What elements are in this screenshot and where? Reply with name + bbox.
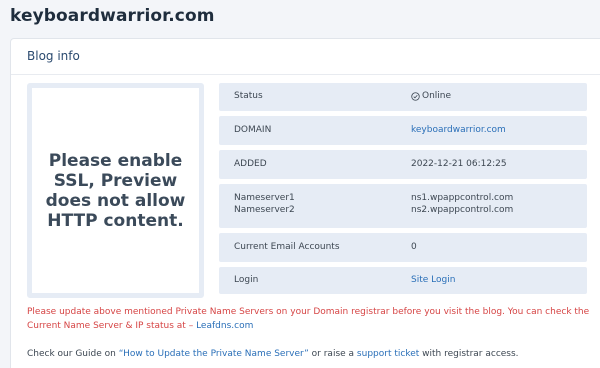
info-row-status: Status Online: [219, 83, 587, 111]
site-title: keyboardwarrior.com: [10, 6, 215, 26]
support-ticket-link[interactable]: support ticket: [357, 349, 419, 359]
info-table: Status Online DOMAIN keyboardwarrior.com…: [219, 83, 587, 299]
guide-link[interactable]: “How to Update the Private Name Server”: [119, 349, 309, 359]
ns2-label: Nameserver2: [234, 205, 295, 215]
status-label: Status: [234, 91, 263, 101]
card-title: Blog info: [27, 49, 80, 63]
guide-text: Check our Guide on “How to Update the Pr…: [27, 349, 600, 359]
guide-suffix: with registrar access.: [422, 349, 519, 359]
nameserver-notice: Please update above mentioned Private Na…: [27, 305, 600, 333]
email-value: 0: [411, 242, 417, 252]
site-login-link[interactable]: Site Login: [411, 275, 455, 285]
nameserver-labels: Nameserver1 Nameserver2: [234, 192, 295, 216]
domain-link[interactable]: keyboardwarrior.com: [411, 125, 506, 135]
login-label: Login: [234, 275, 259, 285]
nameserver-values: ns1.wpappcontrol.com ns2.wpappcontrol.co…: [411, 192, 513, 216]
added-label: ADDED: [234, 159, 267, 169]
notice-text: Please update above mentioned Private Na…: [27, 307, 590, 331]
info-row-domain: DOMAIN keyboardwarrior.com: [219, 116, 587, 145]
guide-prefix: Check our Guide on: [27, 349, 116, 359]
added-value: 2022-12-21 06:12:25: [411, 159, 507, 169]
leafdns-link[interactable]: Leafdns.com: [196, 321, 253, 331]
domain-label: DOMAIN: [234, 125, 272, 135]
check-circle-icon: [411, 91, 420, 101]
email-label: Current Email Accounts: [234, 242, 340, 252]
site-preview: Please enable SSL, Preview does not allo…: [27, 83, 204, 298]
ns1-value: ns1.wpappcontrol.com: [411, 193, 514, 203]
blog-info-card: Blog info Please enable SSL, Preview doe…: [10, 38, 600, 368]
info-row-added: ADDED 2022-12-21 06:12:25: [219, 150, 587, 179]
status-value: Online: [411, 91, 451, 101]
info-row-email: Current Email Accounts 0: [219, 233, 587, 262]
guide-middle: or raise a: [311, 349, 355, 359]
info-row-nameservers: Nameserver1 Nameserver2 ns1.wpappcontrol…: [219, 184, 587, 228]
status-text: Online: [422, 91, 452, 101]
info-row-login: Login Site Login: [219, 267, 587, 294]
ns2-value: ns2.wpappcontrol.com: [411, 205, 514, 215]
ns1-label: Nameserver1: [234, 193, 295, 203]
card-header: Blog info: [11, 39, 600, 75]
preview-message: Please enable SSL, Preview does not allo…: [45, 150, 186, 231]
